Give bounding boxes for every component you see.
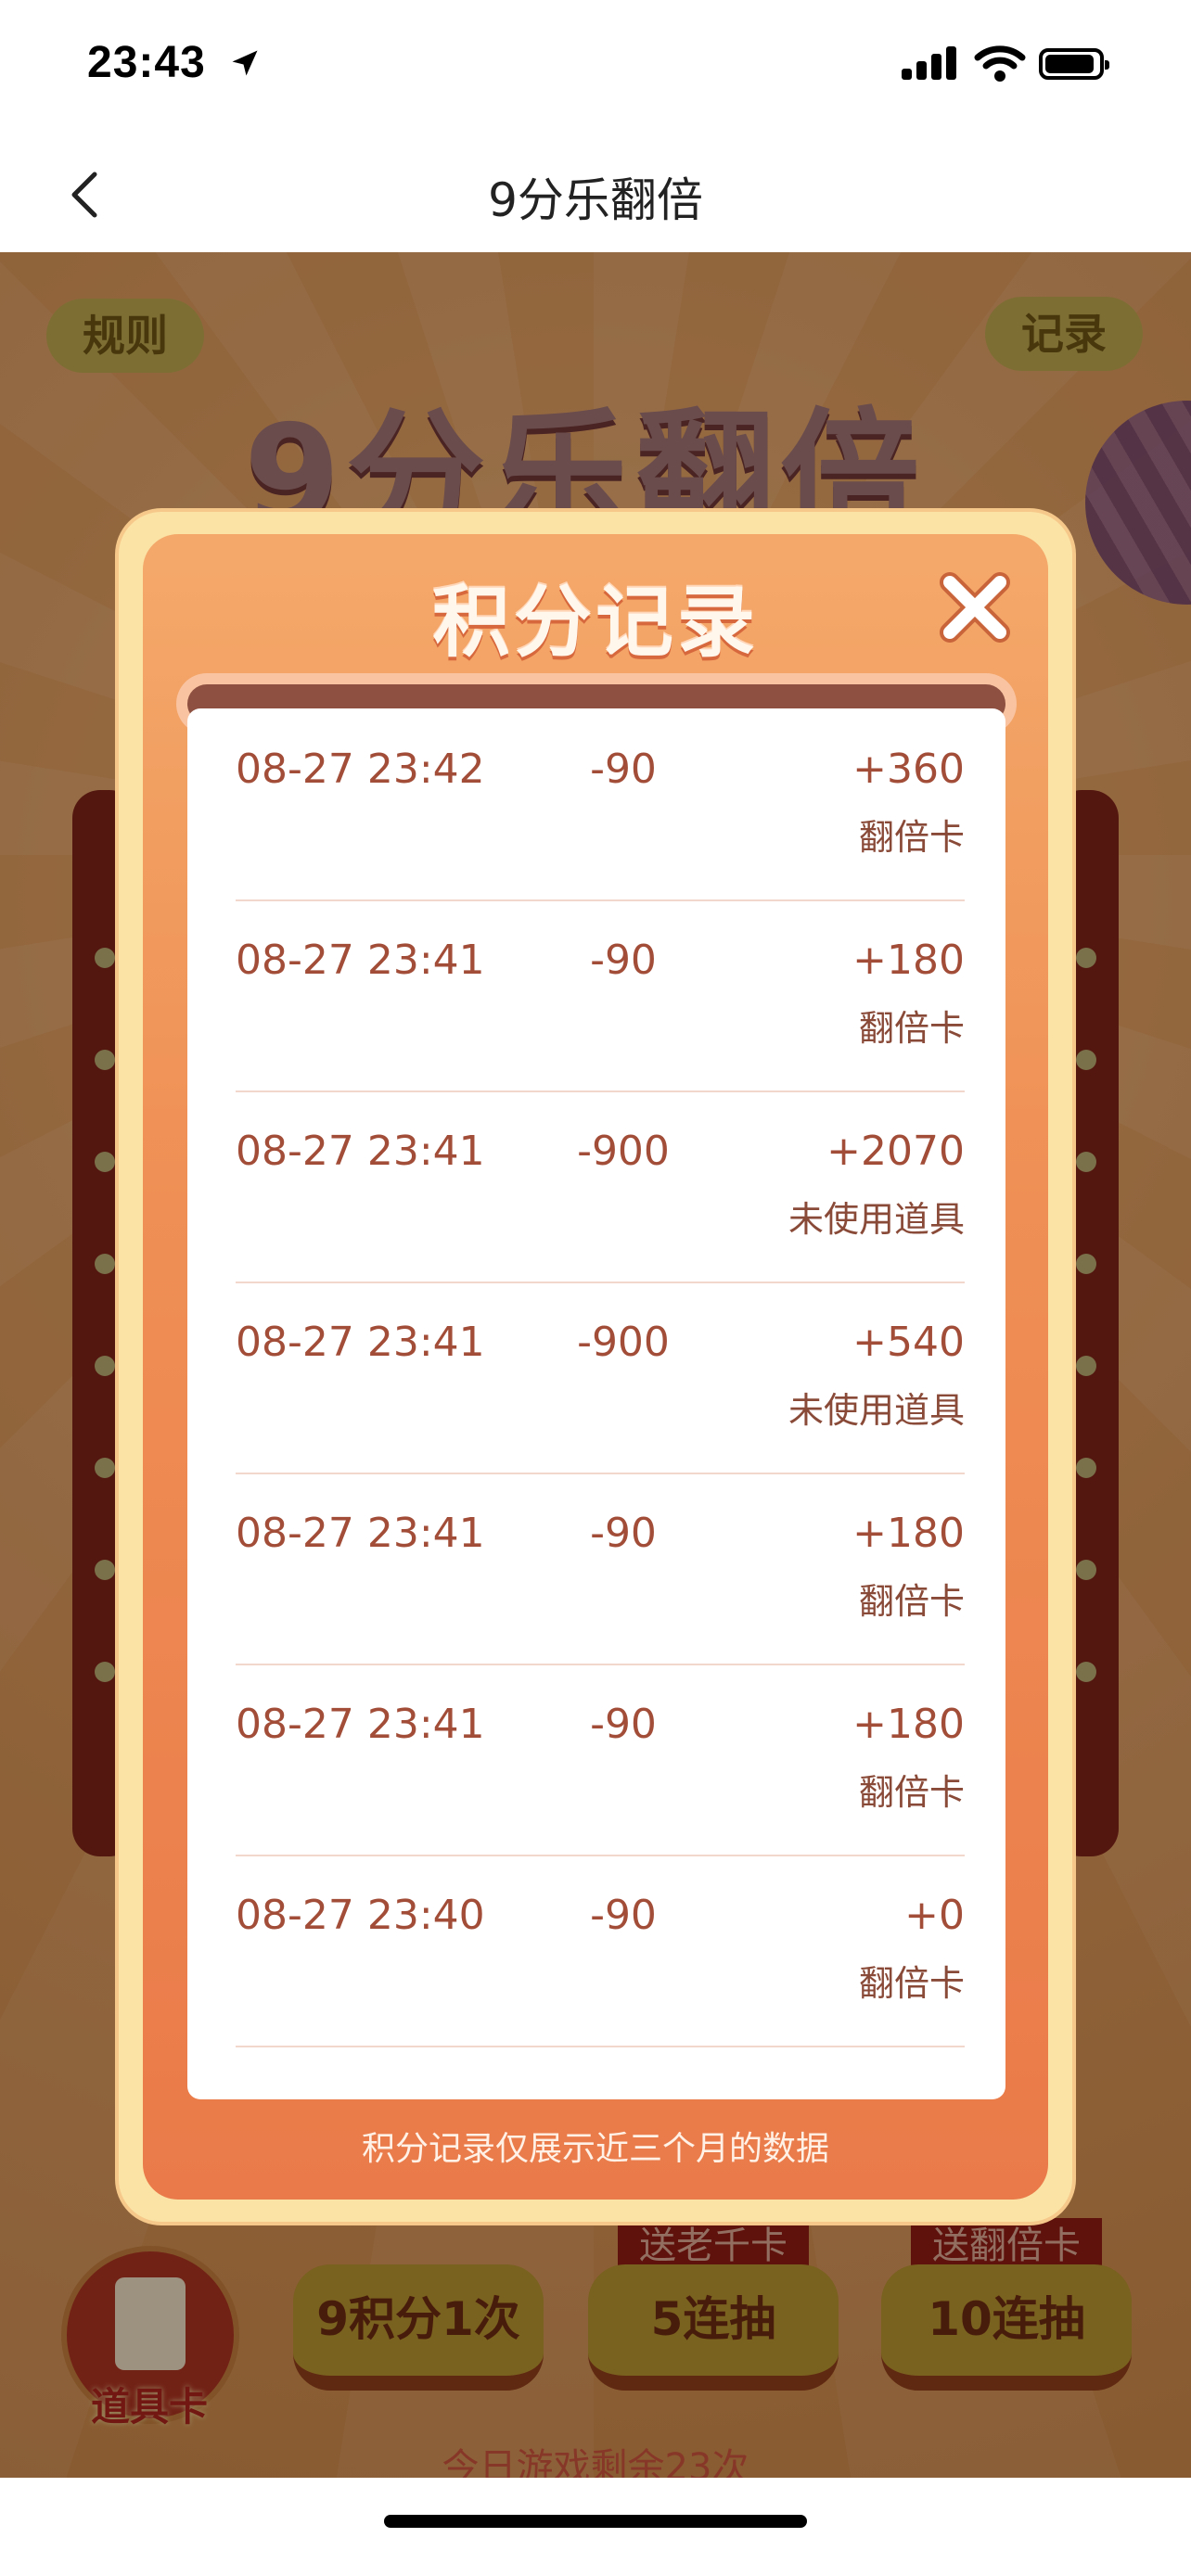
record-row: 08-27 23:41 -900 +2070 未使用道具 (236, 1090, 965, 1283)
record-gain: +360 (852, 746, 965, 793)
record-note: 翻倍卡 (858, 1772, 965, 1813)
record-time: 08-27 23:41 (236, 1128, 485, 1175)
record-gain: +180 (852, 937, 965, 984)
record-cost: -90 (590, 746, 657, 793)
modal-body: 积分记录 08-27 23:42 -90 +360 翻倍卡 08-27 23:4… (143, 534, 1048, 2200)
record-note: 翻倍卡 (858, 817, 965, 858)
record-time: 08-27 23:41 (236, 1510, 485, 1557)
record-row: 08-27 23:40 -90 +0 翻倍卡 (236, 1855, 965, 2047)
record-cost: -90 (590, 1510, 657, 1557)
modal-title: 积分记录 (431, 577, 759, 668)
record-gain: +540 (852, 1319, 965, 1366)
record-cost: -900 (577, 1319, 670, 1366)
page-title: 9分乐翻倍 (488, 173, 703, 227)
record-time: 08-27 23:40 (236, 1892, 485, 1939)
points-record-modal: 积分记录 08-27 23:42 -90 +360 翻倍卡 08-27 23:4… (119, 512, 1072, 2222)
status-bar: 23:43 (0, 0, 1191, 130)
battery-icon (1039, 48, 1109, 80)
record-time: 08-27 23:41 (236, 1701, 485, 1748)
record-time: 08-27 23:42 (236, 746, 485, 793)
record-gain: +0 (904, 1892, 965, 1939)
record-note: 未使用道具 (788, 1390, 965, 1431)
record-cost: -90 (590, 1701, 657, 1748)
record-gain: +180 (852, 1510, 965, 1557)
record-note: 翻倍卡 (858, 1581, 965, 1622)
status-time: 23:43 (87, 38, 206, 87)
record-cost: -900 (577, 1128, 670, 1175)
home-indicator[interactable] (384, 2515, 807, 2528)
record-row: 08-27 23:42 -90 +360 翻倍卡 (236, 708, 965, 901)
cellular-signal-icon (902, 46, 959, 80)
record-row: 08-27 23:41 -90 +180 翻倍卡 (236, 1664, 965, 1856)
record-row: 08-27 23:41 -90 +180 翻倍卡 (236, 1473, 965, 1665)
location-arrow-icon (232, 50, 258, 76)
record-note: 未使用道具 (788, 1199, 965, 1240)
record-list[interactable]: 08-27 23:42 -90 +360 翻倍卡 08-27 23:41 -90… (187, 708, 1005, 2099)
record-gain: +180 (852, 1701, 965, 1748)
nav-bar: 9分乐翻倍 (0, 130, 1191, 252)
record-time: 08-27 23:41 (236, 1319, 485, 1366)
record-cost: -90 (590, 1892, 657, 1939)
record-row: 08-27 23:41 -90 +180 翻倍卡 (236, 899, 965, 1092)
wifi-icon (974, 45, 1026, 82)
record-gain: +2070 (826, 1128, 965, 1175)
record-time: 08-27 23:41 (236, 937, 485, 984)
record-row: 08-27 23:41 -900 +540 未使用道具 (236, 1282, 965, 1474)
record-note: 翻倍卡 (858, 1008, 965, 1049)
record-note: 翻倍卡 (858, 1963, 965, 2004)
record-cost: -90 (590, 937, 657, 984)
home-area (0, 2478, 1191, 2576)
close-icon[interactable] (933, 566, 1017, 649)
modal-footer-note: 积分记录仅展示近三个月的数据 (361, 2130, 829, 2168)
